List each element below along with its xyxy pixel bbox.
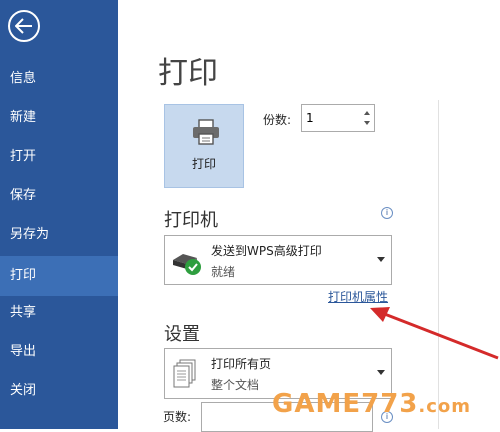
print-range-subtitle: 整个文档	[211, 378, 260, 392]
panel-divider	[438, 100, 439, 429]
sidebar-item-label: 导出	[10, 344, 37, 359]
settings-section-title: 设置	[164, 324, 200, 345]
print-panel: 打印 打印 份数: 打印机 i 发送到WPS高级打印 就绪 打印机属性 设置	[118, 0, 500, 432]
sidebar-item-save-as[interactable]: 另存为	[0, 217, 118, 253]
sidebar-item-save[interactable]: 保存	[0, 178, 118, 214]
printer-name: 发送到WPS高级打印	[211, 244, 322, 258]
copies-label: 份数:	[263, 113, 292, 127]
sidebar-item-new[interactable]: 新建	[0, 100, 118, 136]
sidebar-item-export[interactable]: 导出	[0, 334, 118, 370]
pages-icon	[173, 359, 196, 388]
printer-dropdown[interactable]: 发送到WPS高级打印 就绪	[164, 235, 392, 285]
print-button-label: 打印	[191, 157, 216, 171]
watermark-suffix: .com	[418, 396, 472, 417]
backstage-sidebar: 信息 新建 打开 保存 另存为 打印 共享 导出 关闭	[0, 0, 118, 429]
sidebar-item-label: 另存为	[10, 227, 50, 242]
print-button[interactable]: 打印	[164, 104, 244, 188]
back-button[interactable]	[8, 10, 40, 42]
sidebar-item-label: 信息	[10, 71, 37, 86]
sidebar-item-share[interactable]: 共享	[0, 295, 118, 331]
printer-status: 就绪	[211, 265, 236, 279]
sidebar-item-open[interactable]: 打开	[0, 139, 118, 175]
increment-icon[interactable]	[364, 111, 370, 115]
copies-stepper[interactable]	[301, 104, 375, 132]
decrement-icon[interactable]	[364, 121, 370, 125]
pages-label: 页数:	[163, 410, 192, 424]
sidebar-item-label: 保存	[10, 188, 37, 203]
printer-ready-icon	[173, 254, 201, 275]
sidebar-item-label: 共享	[10, 305, 37, 320]
printer-icon	[193, 119, 219, 145]
print-range-value: 打印所有页	[211, 357, 272, 371]
printer-section-title: 打印机	[164, 210, 218, 231]
sidebar-item-info[interactable]: 信息	[0, 61, 118, 97]
annotation-arrow-icon	[370, 307, 499, 360]
sidebar-item-label: 关闭	[10, 383, 37, 398]
sidebar-item-label: 新建	[10, 110, 37, 125]
copies-input[interactable]	[306, 109, 356, 127]
sidebar-item-label: 打印	[10, 268, 37, 283]
sidebar-item-print[interactable]: 打印	[0, 256, 118, 296]
info-icon[interactable]: i	[381, 207, 393, 219]
page-title: 打印	[158, 56, 218, 91]
chevron-down-icon	[377, 257, 385, 262]
site-watermark: GAME773.com	[272, 389, 471, 419]
chevron-down-icon	[377, 370, 385, 375]
sidebar-item-close[interactable]: 关闭	[0, 373, 118, 409]
watermark-text: GAME773	[272, 389, 419, 419]
arrow-left-icon	[15, 18, 32, 34]
sidebar-item-label: 打开	[10, 149, 37, 164]
